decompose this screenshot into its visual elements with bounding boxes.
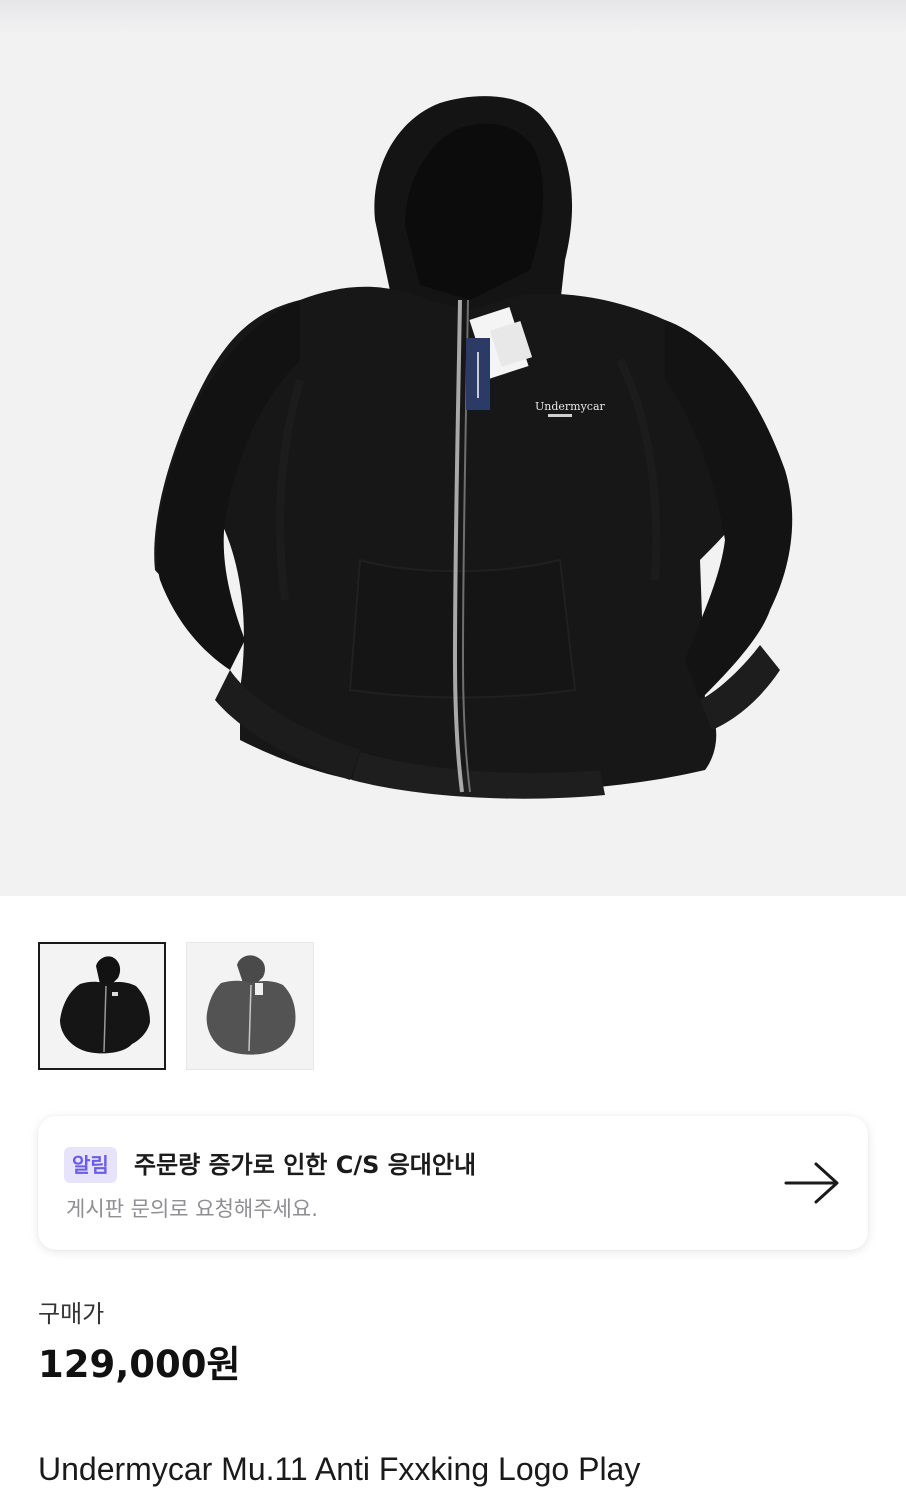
thumbnail-hoodie-black [60,956,150,1054]
thumbnail-2-charcoal[interactable] [186,942,314,1070]
hoodie-illustration: Undermycar [154,96,793,799]
chest-logo-text: Undermycar [535,400,606,413]
notice-badge: 알림 [64,1147,117,1183]
notice-subtitle: 게시판 문의로 요청해주세요. [66,1197,318,1221]
product-detail-page: Undermycar 알림 주문량 증가로 인한 C/S 응대안내 게시판 문의… [0,0,906,1500]
thumbnail-1-black[interactable] [38,942,166,1070]
notice-banner[interactable]: 알림 주문량 증가로 인한 C/S 응대안내 게시판 문의로 요청해주세요. [38,1116,868,1250]
price-label: 구매가 [38,1300,105,1328]
product-title: Undermycar Mu.11 Anti Fxxking Logo Play [38,1451,641,1487]
price-value: 129,000원 [38,1343,241,1386]
notice-title: 주문량 증가로 인한 C/S 응대안내 [134,1151,477,1179]
thumbnail-hoodie-charcoal [206,955,296,1055]
arrow-right-icon[interactable] [782,1160,842,1206]
thumbnail-gallery [38,942,338,1072]
product-main-image[interactable]: Undermycar [0,0,906,896]
